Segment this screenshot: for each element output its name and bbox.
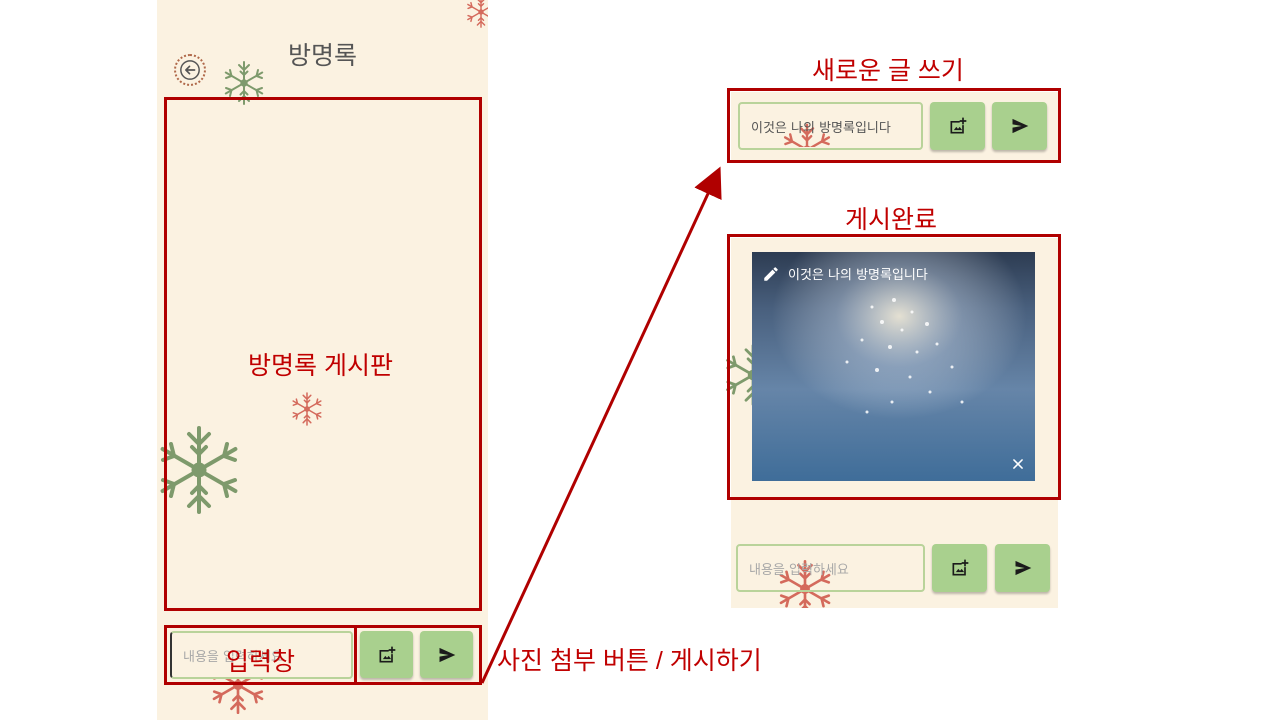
posted-highlight <box>727 234 1061 500</box>
send-button[interactable] <box>995 544 1050 592</box>
send-icon <box>1015 560 1031 576</box>
attach-photo-button[interactable] <box>932 544 987 592</box>
snowflake-icon <box>467 0 488 28</box>
posted-label: 게시완료 <box>845 206 938 234</box>
back-arrow-icon <box>180 60 200 80</box>
buttons-highlight <box>354 625 482 685</box>
back-button[interactable] <box>174 54 206 86</box>
page-title: 방명록 <box>287 41 357 70</box>
buttons-label: 사진 첨부 버튼 / 게시하기 <box>497 647 762 675</box>
new-post-highlight <box>727 88 1061 163</box>
board-label: 방명록 게시판 <box>248 352 393 380</box>
add-photo-icon <box>952 559 968 576</box>
new-post-label: 새로운 글 쓰기 <box>812 57 964 85</box>
tutorial-slide: 방명록 내용을 입력하세요 방명록 게시판 입력창 사진 첨부 버튼 / 게시하… <box>0 0 1280 720</box>
input-label: 입력창 <box>226 648 296 676</box>
message-input[interactable]: 내용을 입력하세요 <box>736 544 925 592</box>
